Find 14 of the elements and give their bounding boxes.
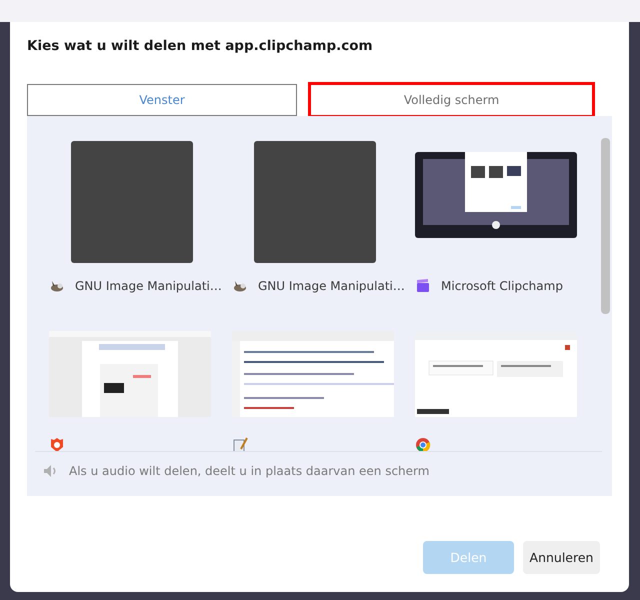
tab[interactable]: Venster [27, 84, 297, 116]
dialog-title: Kies wat u wilt delen met app.clipchamp.com [27, 38, 374, 54]
window-option[interactable]: GNU Image Manipulati… [232, 141, 415, 331]
window-option[interactable]: Microsoft Clipchamp [415, 141, 598, 331]
browser-icon [415, 437, 431, 451]
window-title: GNU Image Manipulati… [258, 279, 405, 293]
cancel-button[interactable]: Annuleren [523, 541, 600, 574]
clapperboard-icon [415, 278, 431, 294]
lion-head-icon [49, 437, 65, 451]
audio-note: Als u audio wilt delen, deelt u in plaats daarvan een scherm [69, 464, 430, 478]
window-option[interactable]: GNU Image Manipulati… [49, 141, 232, 331]
tab[interactable]: Volledig scherm [310, 84, 593, 116]
window-title: Microsoft Clipchamp [441, 279, 563, 293]
window-title: GNU Image Manipulati… [75, 279, 222, 293]
